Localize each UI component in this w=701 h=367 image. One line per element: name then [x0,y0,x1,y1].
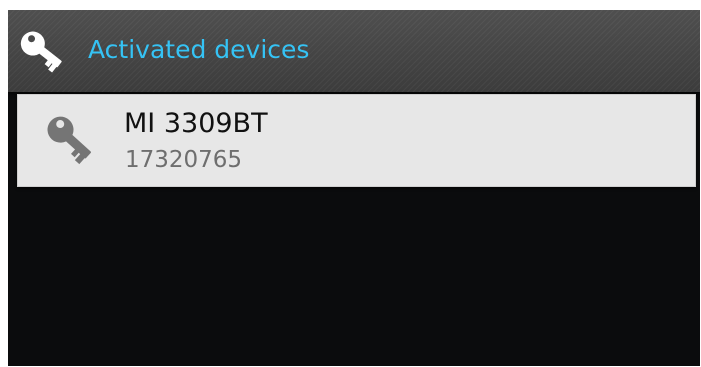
device-list: MI 3309BT 17320765 [8,92,700,366]
page-title: Activated devices [88,35,310,64]
action-bar: Activated devices [8,10,700,92]
key-icon [44,113,102,173]
key-icon[interactable] [16,30,72,74]
screen: Activated devices MI 3309BT 17320765 [8,10,700,366]
device-serial: 17320765 [125,147,243,173]
list-item-device[interactable]: MI 3309BT 17320765 [17,94,696,187]
device-name: MI 3309BT [124,108,268,139]
